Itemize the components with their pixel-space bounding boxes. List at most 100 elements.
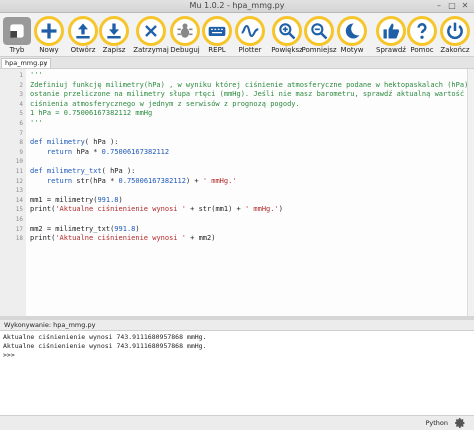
toolbar-button-face [376,16,406,46]
code-text: ''' [30,71,43,81]
output-pane[interactable]: Aktualne ciśnienienie wynosi 743.9111680… [0,331,474,415]
code-token: hPa * [76,147,102,156]
toolbar-button-save[interactable]: Zapisz [97,14,131,58]
line-number: 14 [15,196,23,204]
plus-icon [41,23,57,39]
code-text: return str(hPa * 0.75006167382112) + ' m… [30,177,237,187]
toolbar-button-face [337,16,367,46]
toolbar-button-face [3,17,31,45]
code-token: mm1 = milimetry( [30,195,98,204]
code-token: return [46,176,77,185]
toolbar-button-quit[interactable]: Zakończ [438,14,472,58]
code-text: def milimetry_txt( hPa ): [30,167,135,177]
code-text: 1 hPa = 0.75006167382112 mmHg [30,109,152,119]
code-token: 991.8 [97,195,119,204]
code-token: ( hPa ): [101,167,136,175]
toolbar-button-face [272,16,302,46]
code-line: 12 return str(hPa * 0.75006167382112) + … [0,177,474,187]
code-text: ciśnienia atmosferycznego w jednym z ser… [30,100,300,110]
line-number: 18 [15,235,23,243]
code-token: 991.8 [114,224,136,233]
toolbar-button-face [34,16,64,46]
code-line: 15 print('Aktualne ciśnienienie wynosi ' … [0,205,474,215]
tab-hpa-mmg[interactable]: hpa_mmg.py × [1,58,51,68]
code-line: 18 print('Aktualne ciśnienienie wynosi ' … [0,234,474,244]
code-token: ciśnienia atmosferycznego w jednym z ser… [30,99,300,108]
code-line: 14 mm1 = milimetry(991.8) [0,196,474,206]
line-number: 4 [19,100,23,108]
code-token: + mm2) [185,234,216,243]
toolbar-button-face [136,16,166,46]
maximize-icon[interactable]: □ [447,1,457,11]
theme-icon [345,23,360,39]
code-token: ''' [30,119,43,127]
output-line: >>> [3,351,15,359]
line-number: 2 [19,81,23,89]
line-number: 13 [15,187,23,195]
code-line: 17 mm2 = milimetry_txt(991.8) [0,225,474,235]
code-token: print( [30,234,56,243]
code-line: 9 return hPa * 0.75006167382112 [0,148,474,158]
code-token: ostanie przeliczone na milimetry słupa r… [30,90,465,99]
code-line: 8 def milimetry( hPa ): [0,138,474,148]
code-token: print( [30,205,56,214]
code-token: ) [278,205,283,214]
code-token: ) + [185,176,203,185]
close-window-icon[interactable]: ✕ [460,1,470,11]
toolbar-button-label: Zakończ [440,46,470,54]
output-pane-title: Wykonywanie: hpa_mmg.py [0,320,474,331]
toolbar-button-face [68,16,98,46]
code-token: 0.75006167382112 [101,147,170,156]
code-token: str(hPa * [76,176,119,185]
code-token: mm2 = milimetry_txt( [30,224,115,233]
code-text: ''' [30,119,43,129]
line-number: 3 [19,91,23,99]
code-line: 3 ostanie przeliczone na milimetry słupa … [0,90,474,100]
tab-close-icon[interactable]: × [43,59,48,68]
code-text: ostanie przeliczone na milimetry słupa r… [30,90,464,100]
code-line: 13 [0,186,474,196]
code-token: 1 hPa = 0.75006167382112 mmHg [30,109,153,118]
code-text: mm1 = milimetry(991.8) [30,196,123,206]
help-icon [417,23,427,39]
output-line: Aktualne ciśnienienie wynosi 743.9111680… [3,333,207,341]
toolbar-button-plotter[interactable]: Plotter [233,14,267,58]
code-line: 7 [0,129,474,139]
code-text: print('Aktualne ciśnienienie wynosi ' + … [30,205,283,215]
code-token: ) [118,195,123,204]
code-token: ''' [30,71,43,79]
code-token: ) [135,224,140,233]
code-token: milimetry_txt [46,167,102,175]
code-line: 1 ''' [0,71,474,81]
line-number: 5 [19,110,23,118]
toolbar-button-face [235,16,265,46]
line-number: 7 [19,129,23,137]
code-text: return hPa * 0.75006167382112 [30,148,169,158]
line-number: 9 [19,148,23,156]
toolbar-button-face [407,16,437,46]
tab-bar: hpa_mmg.py × [0,57,474,68]
mode-indicator[interactable]: Python [425,419,448,427]
code-token: 0.75006167382112 [118,176,186,185]
code-token: def [30,138,47,147]
stop-icon [145,25,157,37]
toolbar-button-face [304,16,334,46]
thumbs-up-icon [383,23,400,39]
save-icon [107,23,121,39]
quit-icon [447,22,463,40]
toolbar-button-face [170,16,200,46]
code-token: ( hPa ): [84,138,119,147]
gear-icon[interactable] [454,417,466,429]
code-token: ' mmHg.' [244,205,279,214]
window-title: Mu 1.0.2 - hpa_mmg.py [189,1,285,10]
minimize-icon[interactable]: – [434,1,444,11]
line-number: 10 [15,158,23,166]
toolbar-button-theme[interactable]: Motyw [335,14,369,58]
code-editor[interactable]: 1 ''' 2 Zdefiniuj funkcję milimetry(hPa) , … [0,68,474,316]
zoom-out-icon [311,23,328,40]
line-number: 17 [15,225,23,233]
code-token: milimetry [46,138,85,147]
code-line: 11 def milimetry_txt( hPa ): [0,167,474,177]
line-number: 11 [15,168,23,175]
line-number: 16 [15,216,23,223]
